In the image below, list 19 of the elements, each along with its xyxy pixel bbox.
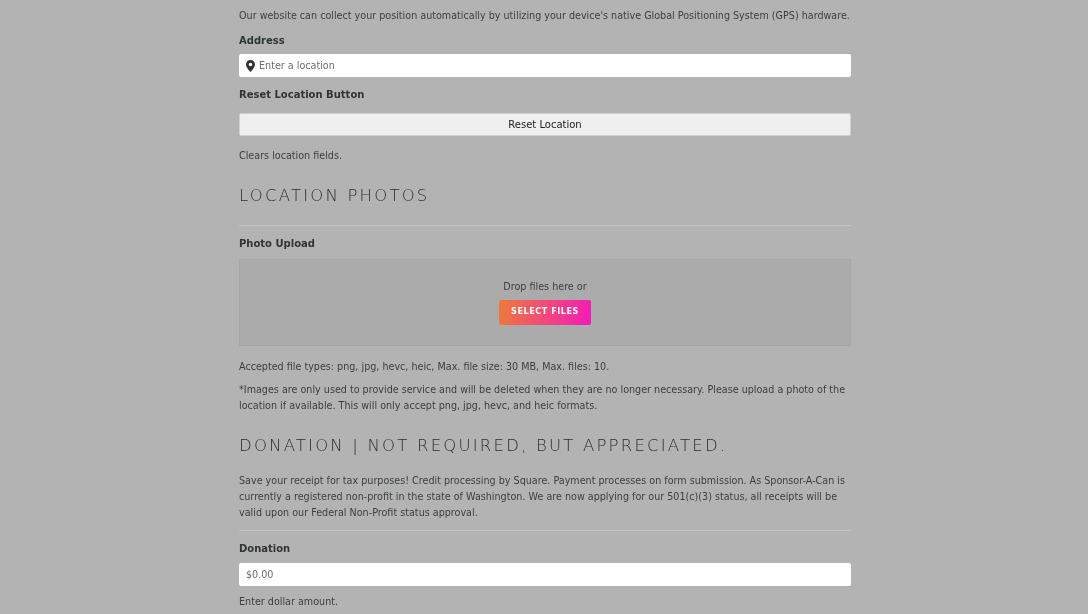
note-text: *Images are only used to provide service and will be deleted when they are no longer necessary. Please upload a photo of the location if available. This will only accept png, jpg, hevc, and heic formats.	[239, 382, 847, 413]
reset-location-button[interactable]: Reset Location	[239, 113, 851, 136]
drop-text: Drop files here or	[503, 279, 587, 294]
field-label: Address	[239, 34, 286, 48]
help-text: Clears location fields.	[239, 149, 343, 163]
location-pin-icon	[246, 60, 255, 72]
drop-zone[interactable]: Drop files here or SELECT FILES	[239, 258, 851, 346]
field-label: Reset Location Button	[239, 88, 366, 102]
field-label: Donation	[239, 541, 292, 556]
intro-text: Our website can collect your position automatically by utilizing your device's native Global Positioning System (GPS) hardware.	[239, 9, 851, 23]
input-field[interactable]: $0.00	[239, 562, 851, 586]
help-text: Accepted file types: png, jpg, hevc, heic, Max. file size: 30 MB, Max. files: 10.	[239, 359, 611, 374]
section-heading: LOCATION PHOTOS	[239, 186, 431, 206]
description-text: Save your receipt for tax purposes! Credit processing by Square. Payment processes on form submission. As Sponsor-A-Can is currently a registered non-profit in the state of Washington. We are now applying for our 501(c)(3) status, all receipts will be valid upon our Federal Non-Profit status approval.	[239, 473, 846, 520]
section-heading: DONATION | NOT REQUIRED, BUT APPRECIATED.	[239, 435, 729, 456]
field-label: Photo Upload	[239, 236, 316, 251]
select-files-button[interactable]: SELECT FILES	[499, 300, 591, 325]
input-field[interactable]: Enter a location	[239, 54, 851, 77]
help-text: Enter dollar amount.	[239, 594, 340, 609]
